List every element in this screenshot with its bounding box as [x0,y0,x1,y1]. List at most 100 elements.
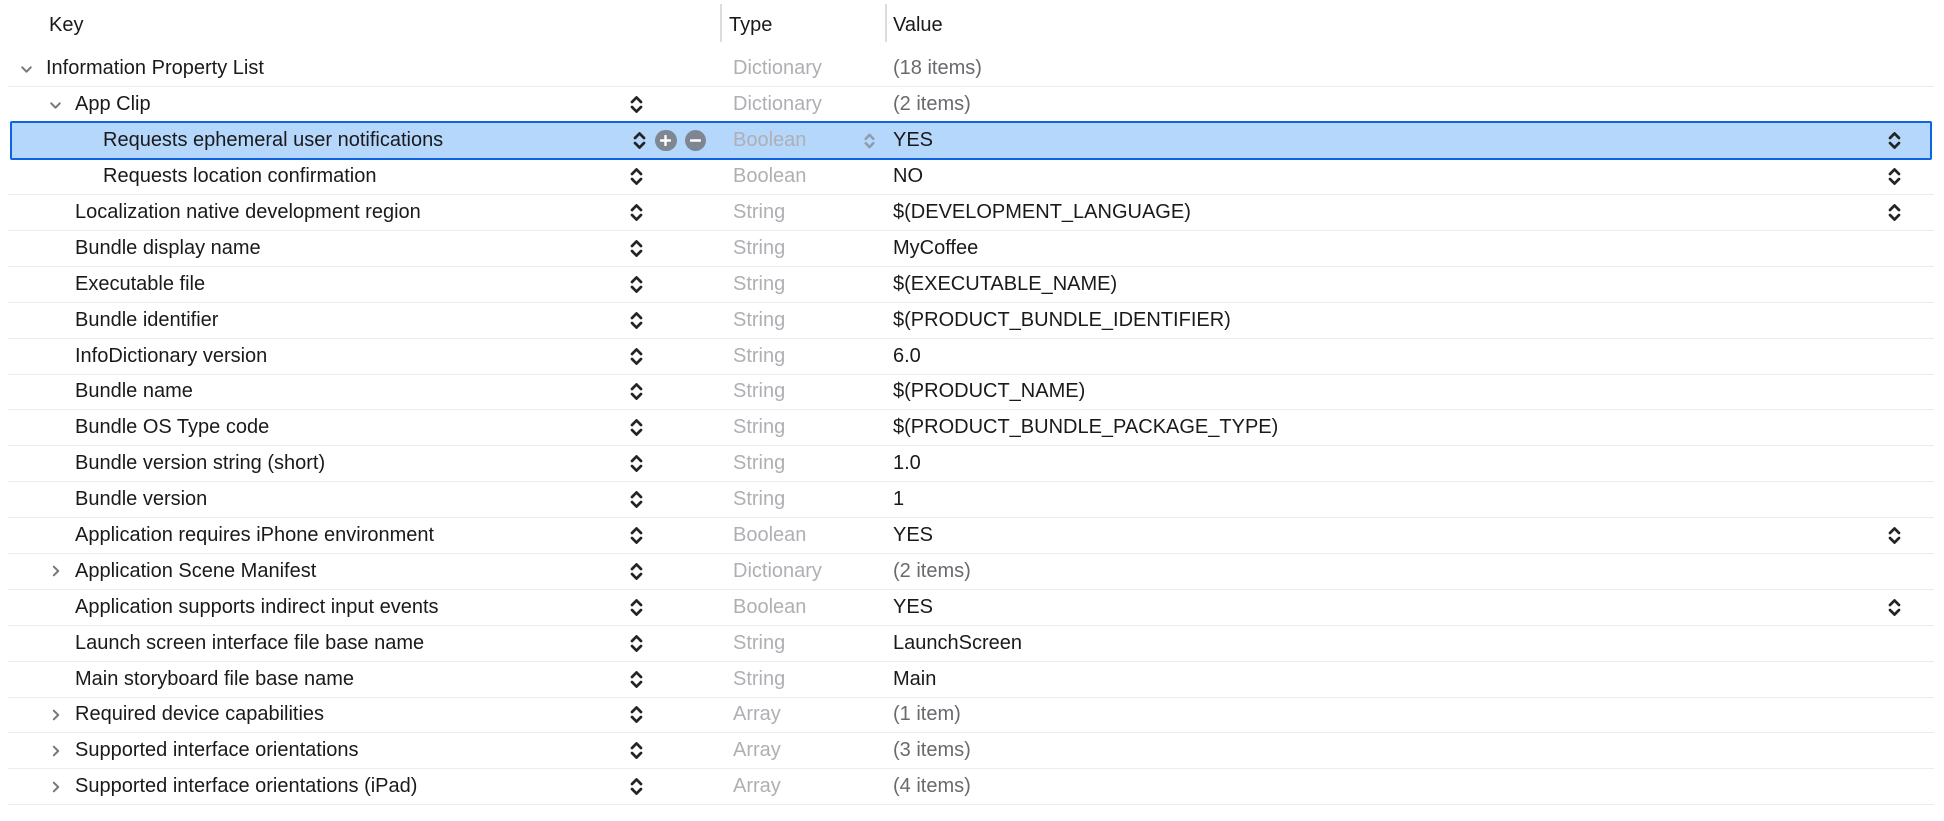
type-label: String [733,380,785,403]
key-stepper[interactable] [629,633,644,654]
type-label: String [733,488,785,511]
key-stepper[interactable] [629,274,644,295]
key-stepper[interactable] [629,346,644,367]
column-separator-value[interactable] [885,4,887,42]
disclosure-collapsed-icon[interactable] [47,707,63,722]
table-row[interactable]: Bundle OS Type code String $(PRODUCT_BUN… [0,410,1944,446]
value-cell: (1 item) [885,697,1944,733]
type-cell: Dictionary [720,87,885,123]
table-row[interactable]: Bundle version string (short) String 1.0 [0,446,1944,482]
value-cell: (4 items) [885,769,1944,805]
key-stepper[interactable] [629,704,644,725]
value-label: $(PRODUCT_BUNDLE_PACKAGE_TYPE) [893,416,1278,439]
table-row[interactable]: Requests location confirmation Boolean N… [0,159,1944,195]
key-stepper[interactable] [629,94,644,115]
value-label: 1.0 [893,452,921,475]
table-row[interactable]: Bundle version String 1 [0,482,1944,518]
value-cell: (3 items) [885,733,1944,769]
key-controls [629,704,644,725]
table-row[interactable]: Localization native development region S… [0,195,1944,231]
key-stepper[interactable] [629,381,644,402]
key-label: Bundle name [75,380,193,403]
table-row[interactable]: Information Property List Dictionary (18… [0,51,1944,87]
type-cell: String [720,661,885,697]
key-cell: Bundle identifier [0,302,720,338]
key-cell: Information Property List [0,51,720,87]
value-stepper[interactable] [1887,525,1902,546]
remove-row-button[interactable] [685,130,707,152]
table-row[interactable]: Bundle identifier String $(PRODUCT_BUNDL… [0,302,1944,338]
key-stepper[interactable] [629,669,644,690]
value-stepper[interactable] [1887,597,1902,618]
key-cell: Bundle OS Type code [0,410,720,446]
column-header-type[interactable]: Type [729,0,772,51]
value-label: Main [893,668,936,691]
key-cell: Bundle version string (short) [0,446,720,482]
column-header-value[interactable]: Value [893,0,943,51]
value-stepper[interactable] [1887,166,1902,187]
table-row[interactable]: Requests ephemeral user notifications Bo… [0,123,1944,159]
key-label: Application Scene Manifest [75,560,316,583]
add-row-button[interactable] [655,130,677,152]
value-stepper[interactable] [1887,202,1902,223]
table-row[interactable]: Bundle name String $(PRODUCT_NAME) [0,374,1944,410]
value-label: $(EXECUTABLE_NAME) [893,273,1117,296]
value-stepper[interactable] [1887,130,1902,151]
table-row[interactable]: Launch screen interface file base name S… [0,625,1944,661]
type-cell: Array [720,733,885,769]
key-stepper[interactable] [629,310,644,331]
value-label: $(DEVELOPMENT_LANGUAGE) [893,201,1191,224]
key-cell: Application supports indirect input even… [0,589,720,625]
key-label: App Clip [75,93,151,116]
key-label: Bundle identifier [75,309,218,332]
value-label: LaunchScreen [893,632,1022,655]
key-stepper[interactable] [629,525,644,546]
key-cell: Application Scene Manifest [0,553,720,589]
table-row[interactable]: Supported interface orientations Array (… [0,733,1944,769]
key-cell: Supported interface orientations (iPad) [0,769,720,805]
key-stepper[interactable] [629,202,644,223]
key-stepper[interactable] [629,561,644,582]
disclosure-collapsed-icon[interactable] [47,779,63,794]
key-label: Bundle OS Type code [75,416,269,439]
disclosure-expanded-icon[interactable] [47,97,63,112]
key-stepper[interactable] [629,776,644,797]
type-label: Dictionary [733,57,822,80]
plist-editor: Key Type Value Information Property List… [0,0,1944,821]
key-controls [629,202,644,223]
table-row[interactable]: Bundle display name String MyCoffee [0,230,1944,266]
table-row[interactable]: Required device capabilities Array (1 it… [0,697,1944,733]
key-stepper[interactable] [629,453,644,474]
type-stepper[interactable] [863,132,876,150]
column-separator-type[interactable] [720,4,722,42]
key-controls [629,381,644,402]
table-row[interactable]: Supported interface orientations (iPad) … [0,769,1944,805]
key-cell: App Clip [0,87,720,123]
value-label: (2 items) [893,93,971,116]
type-cell: String [720,230,885,266]
table-row[interactable]: Application supports indirect input even… [0,589,1944,625]
type-label: Dictionary [733,93,822,116]
type-cell: String [720,482,885,518]
table-row[interactable]: Main storyboard file base name String Ma… [0,661,1944,697]
column-header-key[interactable]: Key [49,0,83,51]
disclosure-collapsed-icon[interactable] [47,743,63,758]
table-row[interactable]: Application Scene Manifest Dictionary (2… [0,553,1944,589]
key-stepper[interactable] [629,740,644,761]
disclosure-collapsed-icon[interactable] [47,564,63,579]
key-stepper[interactable] [632,130,647,151]
key-label: Requests ephemeral user notifications [103,129,443,152]
table-row[interactable]: Application requires iPhone environment … [0,518,1944,554]
table-row[interactable]: InfoDictionary version String 6.0 [0,338,1944,374]
table-row[interactable]: App Clip Dictionary (2 items) [0,87,1944,123]
key-stepper[interactable] [629,166,644,187]
disclosure-expanded-icon[interactable] [18,61,34,76]
key-stepper[interactable] [629,489,644,510]
key-stepper[interactable] [629,417,644,438]
value-label: 6.0 [893,345,921,368]
key-label: Required device capabilities [75,703,324,726]
table-row[interactable]: Executable file String $(EXECUTABLE_NAME… [0,266,1944,302]
key-stepper[interactable] [629,597,644,618]
value-label: YES [893,129,933,152]
key-stepper[interactable] [629,238,644,259]
